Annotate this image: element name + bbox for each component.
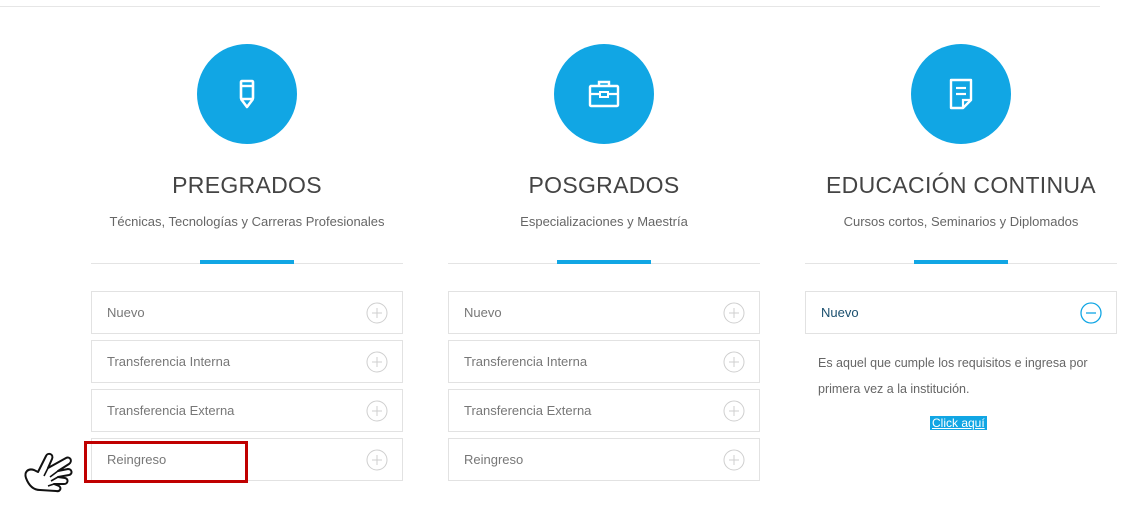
program-subtitle: Especializaciones y Maestría xyxy=(520,214,688,229)
option-label: Transferencia Externa xyxy=(107,403,235,418)
plus-circle-icon[interactable] xyxy=(723,449,745,471)
program-title: PREGRADOS xyxy=(172,172,322,198)
option-label: Transferencia Interna xyxy=(464,354,588,369)
plus-circle-icon[interactable] xyxy=(366,351,388,373)
option-label: Nuevo xyxy=(107,305,145,320)
option-label: Nuevo xyxy=(464,305,502,320)
options-list: Nuevo xyxy=(805,291,1117,340)
highlight-box xyxy=(84,441,248,483)
plus-circle-icon[interactable] xyxy=(366,400,388,422)
program-title: EDUCACIÓN CONTINUA xyxy=(826,172,1096,198)
option-reingreso[interactable]: Reingreso xyxy=(448,438,760,481)
program-subtitle: Técnicas, Tecnologías y Carreras Profesi… xyxy=(109,214,385,229)
option-label: Transferencia Interna xyxy=(107,354,231,369)
program-subtitle: Cursos cortos, Seminarios y Diplomados xyxy=(843,214,1079,229)
option-transferencia-interna[interactable]: Transferencia Interna xyxy=(448,340,760,383)
option-nuevo[interactable]: Nuevo xyxy=(448,291,760,334)
plus-circle-icon[interactable] xyxy=(723,351,745,373)
accent-bar xyxy=(200,260,294,264)
program-title: POSGRADOS xyxy=(528,172,680,198)
option-label: Transferencia Externa xyxy=(464,403,592,418)
plus-circle-icon[interactable] xyxy=(723,302,745,324)
plus-circle-icon[interactable] xyxy=(723,400,745,422)
option-description: Es aquel que cumple los requisitos e ing… xyxy=(818,356,1088,396)
plus-circle-icon[interactable] xyxy=(366,302,388,324)
minus-circle-icon[interactable] xyxy=(1080,302,1102,324)
click-here-link[interactable]: Click aquí xyxy=(930,416,987,430)
option-nuevo[interactable]: Nuevo xyxy=(91,291,403,334)
pencil-icon xyxy=(197,44,297,144)
option-label: Reingreso xyxy=(464,452,524,467)
document-icon xyxy=(911,44,1011,144)
options-list: Nuevo Transferencia Interna Transferenci… xyxy=(448,291,760,487)
accent-bar xyxy=(914,260,1008,264)
accent-bar xyxy=(557,260,651,264)
hand-pointer-icon xyxy=(24,452,73,493)
option-nuevo-expanded[interactable]: Nuevo xyxy=(805,291,1117,334)
option-label: Nuevo xyxy=(821,305,859,320)
briefcase-icon xyxy=(554,44,654,144)
option-transferencia-externa[interactable]: Transferencia Externa xyxy=(91,389,403,432)
option-transferencia-externa[interactable]: Transferencia Externa xyxy=(448,389,760,432)
plus-circle-icon[interactable] xyxy=(366,449,388,471)
top-divider xyxy=(0,6,1100,7)
option-transferencia-interna[interactable]: Transferencia Interna xyxy=(91,340,403,383)
